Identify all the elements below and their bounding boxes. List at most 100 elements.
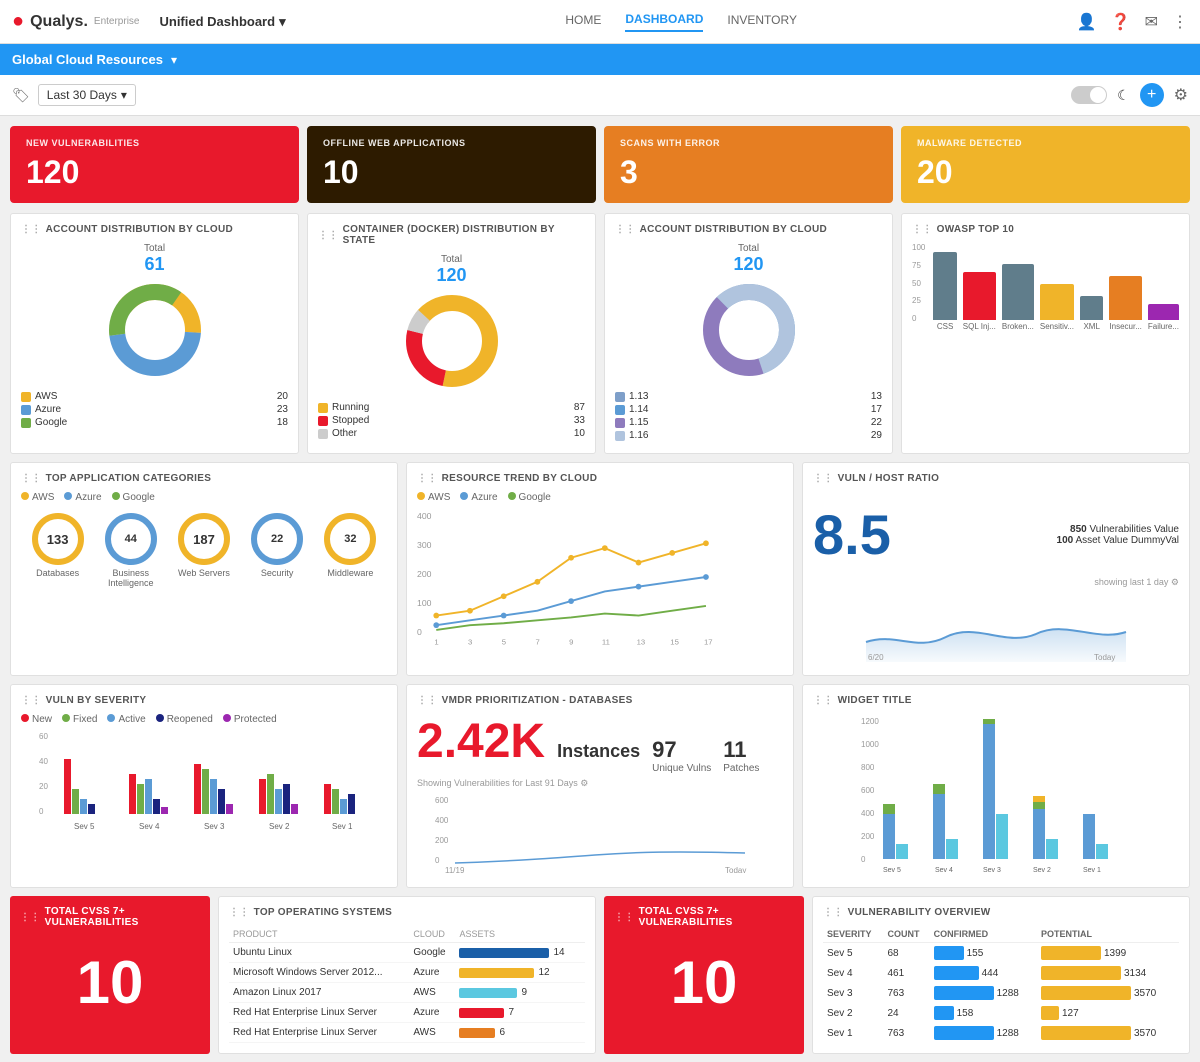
sev5-fixed-bar: [72, 789, 79, 814]
svg-text:800: 800: [861, 763, 875, 772]
os-col-product: PRODUCT: [229, 926, 409, 943]
owasp-label-sql: SQL Inj...: [963, 322, 996, 331]
os-cloud-5: AWS: [409, 1023, 455, 1043]
widget-row-2: TOP APPLICATION CATEGORIES AWS Azure Goo…: [0, 462, 1200, 684]
table-row: Sev 4 461 444 3134: [823, 963, 1179, 983]
apps-icon[interactable]: ⋮: [1172, 12, 1188, 32]
owasp-y-axis: 1007550250: [912, 243, 929, 323]
svg-text:200: 200: [435, 836, 449, 845]
os-product-3: Amazon Linux 2017: [229, 983, 409, 1003]
vuln-potential-5: 1399: [1037, 943, 1179, 964]
svg-text:400: 400: [417, 511, 432, 521]
theme-toggle[interactable]: [1071, 86, 1107, 104]
os-cloud-3: AWS: [409, 983, 455, 1003]
summary-cards: NEW VULNERABILITIES 120 OFFLINE WEB APPL…: [0, 116, 1200, 213]
vuln-sev-1: Sev 1: [823, 1023, 884, 1043]
nav-dashboard[interactable]: DASHBOARD: [625, 12, 703, 32]
vuln-confirmed-5: 155: [930, 943, 1037, 964]
top-navigation: ● Qualys. Enterprise Unified Dashboard ▾…: [0, 0, 1200, 44]
container-docker-widget: CONTAINER (DOCKER) DISTRIBUTION BY STATE…: [307, 213, 596, 454]
app-categories-legend: AWS Azure Google: [21, 492, 387, 503]
settings-icon[interactable]: ⚙: [1174, 85, 1188, 105]
vmdr-stat-instances: Instances: [557, 741, 640, 762]
svg-text:1200: 1200: [861, 717, 879, 726]
svg-text:3: 3: [468, 637, 472, 646]
owasp-bar-auth: Broken...: [1002, 264, 1034, 331]
svg-text:200: 200: [417, 569, 432, 579]
owasp-widget: OWASP TOP 10 1007550250 CSS SQL Inj... B…: [901, 213, 1190, 454]
vuln-count-2: 24: [884, 1003, 930, 1023]
vuln-value-label: Vulnerabilities Value: [1090, 524, 1180, 535]
nav-home[interactable]: HOME: [565, 13, 601, 31]
vuln-potential-1: 3570: [1037, 1023, 1179, 1043]
account-dist-left-widget: ACCOUNT DISTRIBUTION BY CLOUD Total 61 A…: [10, 213, 299, 454]
os-assets-4: 7: [455, 1003, 585, 1023]
circle-databases-label: Databases: [36, 568, 79, 578]
circle-middleware: 32 Middleware: [324, 513, 376, 588]
vuln-sev-5: Sev 5: [823, 943, 884, 964]
os-product-2: Microsoft Windows Server 2012...: [229, 963, 409, 983]
app-categories-title: TOP APPLICATION CATEGORIES: [21, 473, 387, 484]
global-resources-title[interactable]: Global Cloud Resources: [12, 52, 163, 67]
nav-inventory[interactable]: INVENTORY: [727, 13, 797, 31]
help-icon[interactable]: ❓: [1111, 12, 1131, 32]
vuln-confirmed-4: 444: [930, 963, 1037, 983]
sev5-active-bar: [80, 799, 87, 814]
vmdr-widget: VMDR PRIORITIZATION - DATABASES 2.42K In…: [406, 684, 794, 888]
circle-webservers: 187 Web Servers: [178, 513, 230, 588]
table-row: Red Hat Enterprise Linux Server AWS 6: [229, 1023, 585, 1043]
subnav-arrow-icon: ▾: [171, 53, 177, 67]
total-cvss-right-widget: TOTAL CVSS 7+ VULNERABILITIES 10: [604, 896, 804, 1054]
vmdr-instances-label: Instances: [557, 741, 640, 762]
circle-security: 22 Security: [251, 513, 303, 588]
os-col-cloud: CLOUD: [409, 926, 455, 943]
widget-row-1: ACCOUNT DISTRIBUTION BY CLOUD Total 61 A…: [0, 213, 1200, 462]
container-total: 120: [436, 265, 466, 286]
owasp-bar-fail-rect: [1148, 304, 1179, 320]
total-cvss-right-title: TOTAL CVSS 7+ VULNERABILITIES: [614, 906, 794, 928]
vuln-count-4: 461: [884, 963, 930, 983]
os-assets-5: 6: [455, 1023, 585, 1043]
vmdr-unique-label: Unique Vulns: [652, 763, 711, 774]
svg-text:Sev 2: Sev 2: [269, 822, 290, 831]
owasp-bar-xml: XML: [1080, 296, 1103, 331]
vmdr-stat-patches: 11 Patches: [723, 737, 759, 774]
ratio-stats: 850 Vulnerabilities Value 100 Asset Valu…: [1057, 524, 1179, 546]
account-dist-right-donut: [694, 275, 804, 385]
owasp-bars: CSS SQL Inj... Broken... Sensitiv... XML: [933, 251, 1179, 331]
add-widget-button[interactable]: +: [1140, 83, 1164, 107]
svg-text:Today: Today: [1094, 653, 1115, 662]
os-col-assets: ASSETS: [455, 926, 585, 943]
vuln-overview-body: Sev 5 68 155 1399 Sev 4 461 444 3134 Sev…: [823, 943, 1179, 1044]
owasp-label-xml: XML: [1083, 322, 1099, 331]
mail-icon[interactable]: ✉: [1145, 12, 1158, 32]
filter-tag-icon[interactable]: 🏷: [12, 87, 30, 104]
svg-text:0: 0: [417, 627, 422, 637]
widget-title-chart: 1200 1000 800 600 400 200 0 Sev 5 Sev 4 …: [813, 714, 1179, 874]
new-vulnerabilities-card: NEW VULNERABILITIES 120: [10, 126, 299, 203]
svg-text:11/19: 11/19: [445, 866, 465, 873]
svg-text:Sev 2: Sev 2: [1033, 867, 1051, 874]
scans-error-card: SCANS WITH ERROR 3: [604, 126, 893, 203]
table-row: Amazon Linux 2017 AWS 9: [229, 983, 585, 1003]
date-range-dropdown[interactable]: Last 30 Days ▾: [38, 84, 136, 106]
filter-bar: 🏷 Last 30 Days ▾ ☾ + ⚙: [0, 75, 1200, 116]
offline-webapp-card: OFFLINE WEB APPLICATIONS 10: [307, 126, 596, 203]
svg-text:11: 11: [602, 637, 610, 646]
resource-trend-chart: 400 300 200 100 0: [417, 507, 783, 647]
vuln-sev-2: Sev 2: [823, 1003, 884, 1023]
dashboard-title[interactable]: Unified Dashboard ▾: [159, 14, 285, 30]
asset-value-label: Asset Value DummyVal: [1075, 535, 1179, 546]
new-vuln-value: 120: [26, 154, 283, 191]
svg-text:600: 600: [435, 796, 449, 805]
resource-trend-widget: RESOURCE TREND BY CLOUD AWS Azure Google…: [406, 462, 794, 676]
svg-text:17: 17: [704, 637, 713, 646]
os-cloud-2: Azure: [409, 963, 455, 983]
user-icon[interactable]: 👤: [1077, 12, 1097, 32]
vuln-confirmed-3: 1288: [930, 983, 1037, 1003]
bottom-row: TOTAL CVSS 7+ VULNERABILITIES 10 TOP OPE…: [0, 896, 1200, 1062]
svg-text:15: 15: [670, 637, 679, 646]
svg-text:300: 300: [417, 540, 432, 550]
legend-google: Google: [35, 417, 67, 428]
vuln-sev-3: Sev 3: [823, 983, 884, 1003]
